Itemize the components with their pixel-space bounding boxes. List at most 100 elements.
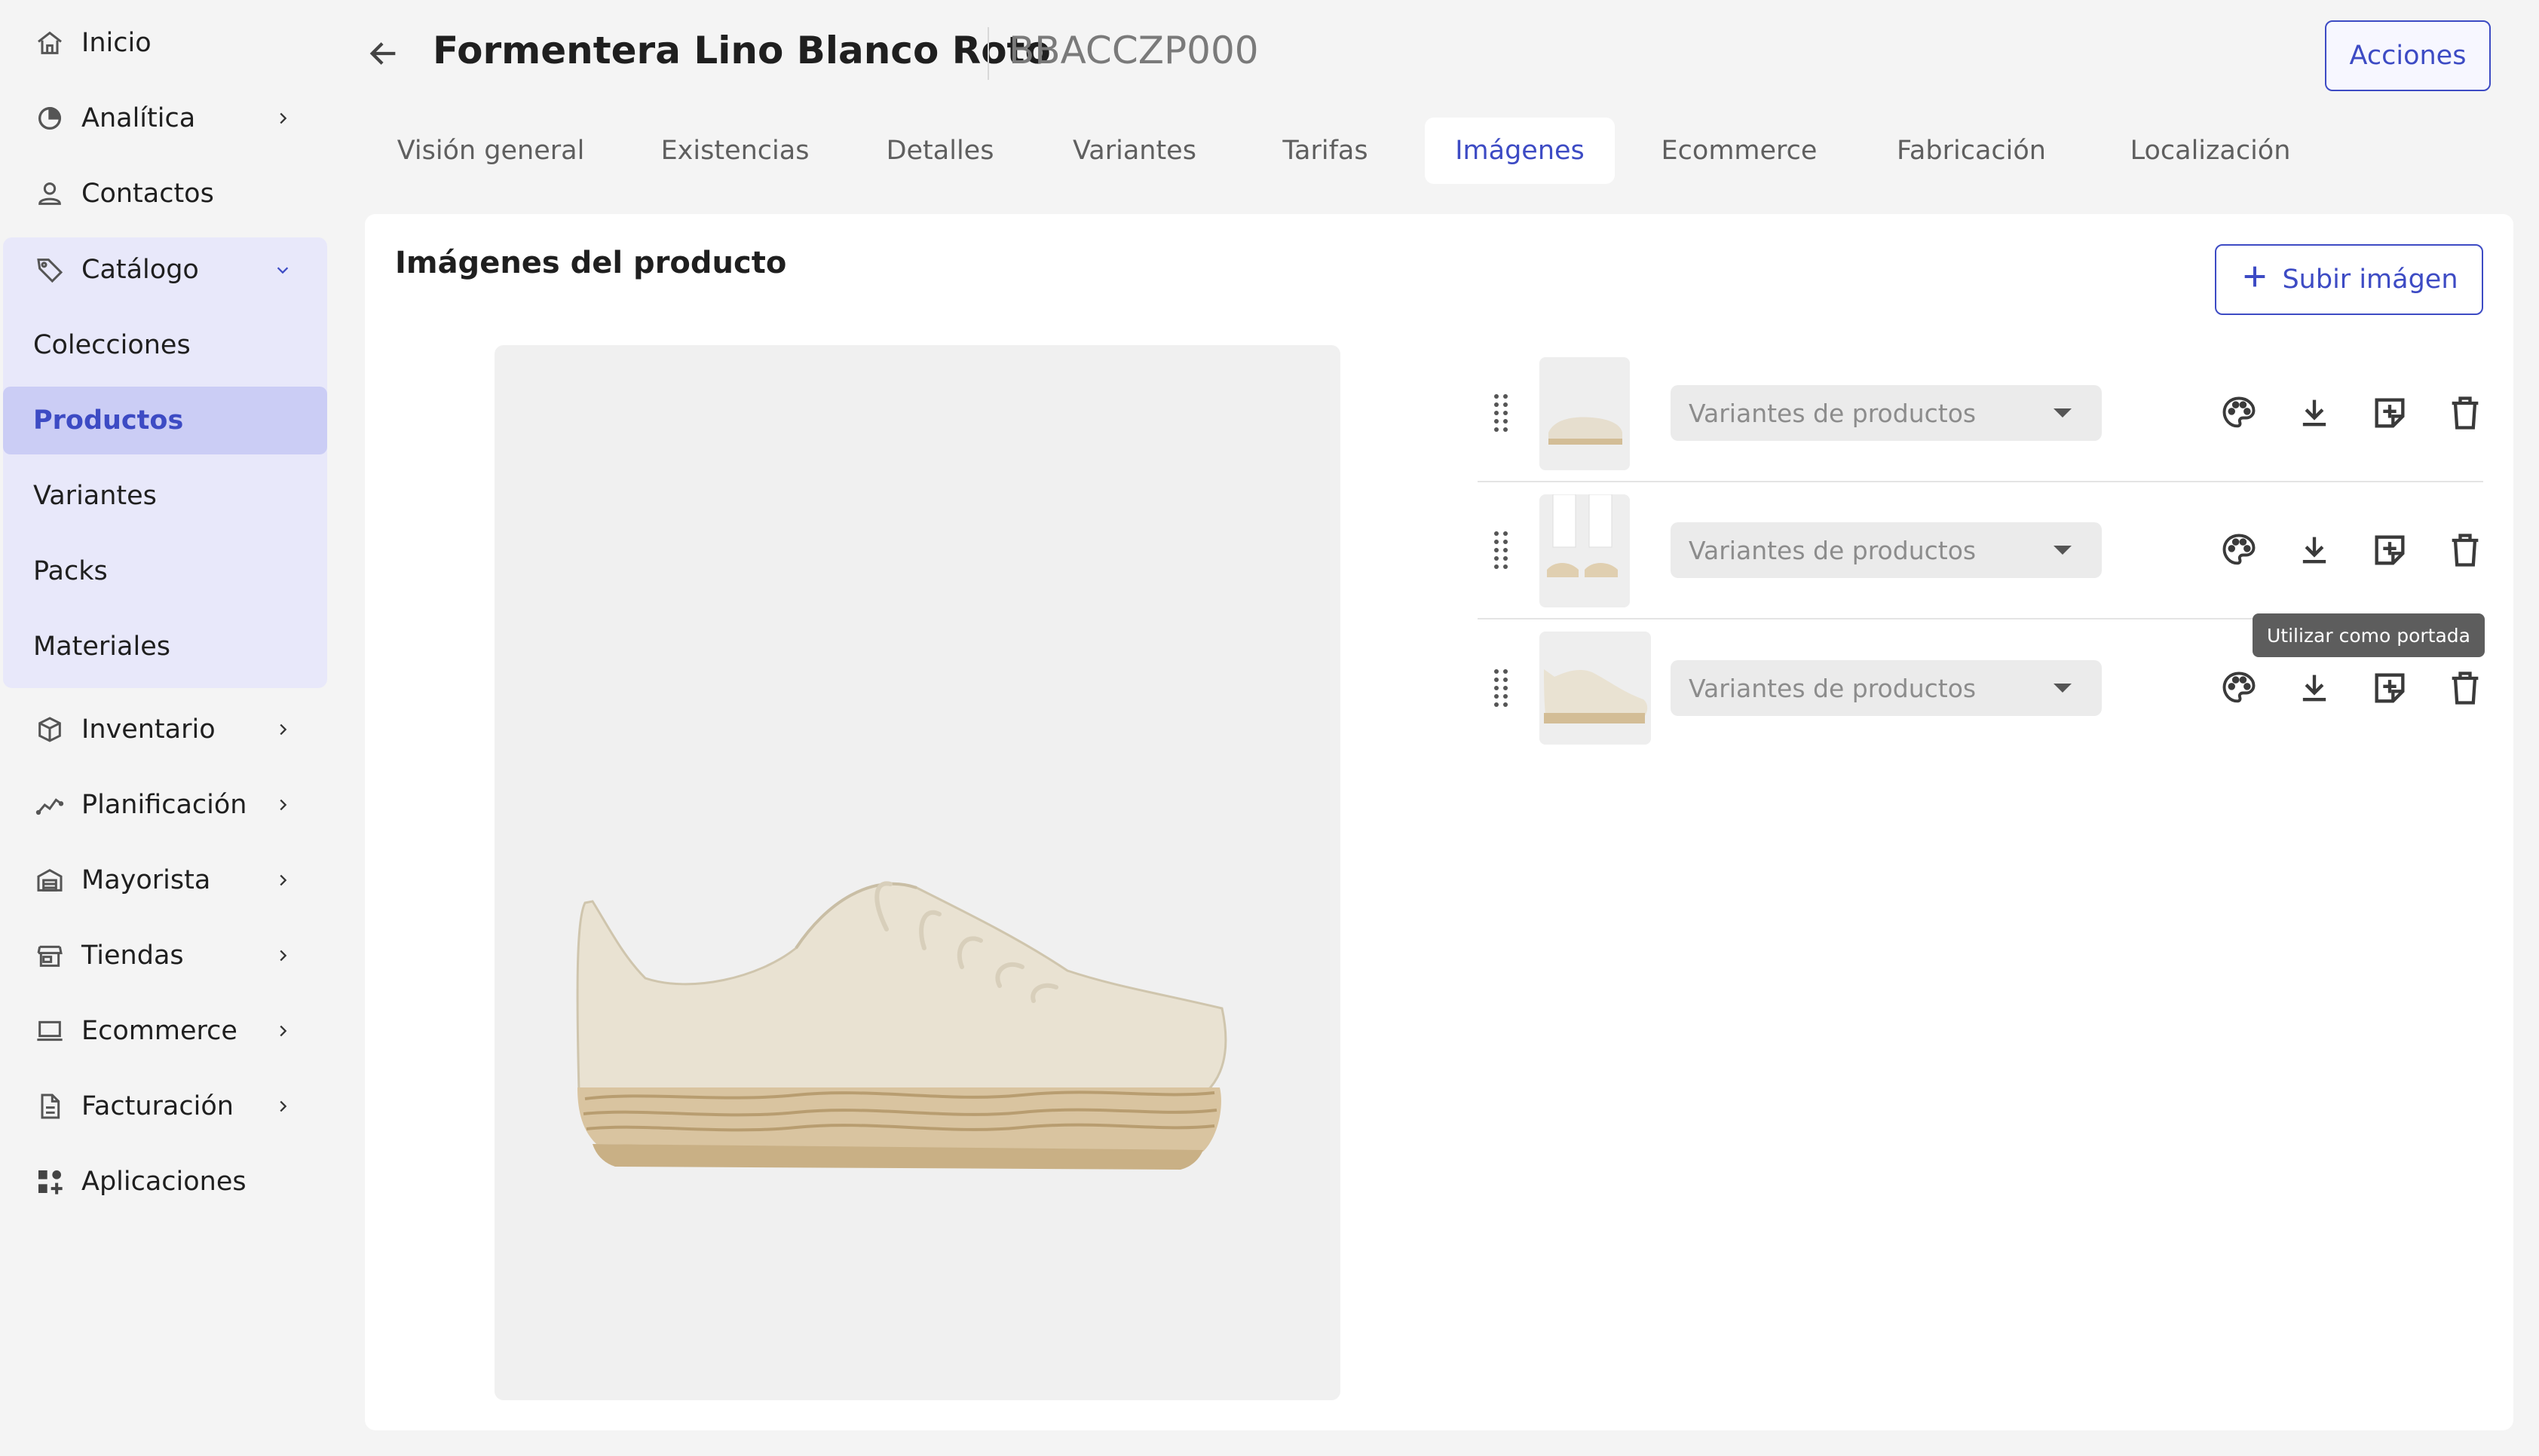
- box-icon: [33, 713, 66, 746]
- laptop-icon: [33, 1014, 66, 1048]
- sidebar-item-label: Ecommerce: [81, 1016, 237, 1046]
- sidebar-item-inventario[interactable]: Inventario: [0, 696, 339, 763]
- download-icon[interactable]: [2292, 390, 2337, 436]
- analytics-icon: [33, 102, 66, 135]
- sidebar-subitem-materiales[interactable]: Materiales: [3, 613, 327, 681]
- espadrille-illustration: [576, 881, 1227, 1170]
- sidebar-subitem-label: Variantes: [33, 481, 157, 511]
- sidebar-item-label: Facturación: [81, 1091, 234, 1121]
- palette-icon[interactable]: [2216, 665, 2262, 711]
- caret-down-icon: [2054, 546, 2072, 555]
- set-cover-icon[interactable]: [2367, 390, 2412, 436]
- sidebar-subitem-packs[interactable]: Packs: [3, 537, 327, 605]
- chevron-right-icon: [271, 718, 294, 741]
- tab-fabricacion[interactable]: Fabricación: [1885, 118, 2058, 184]
- sidebar-subitem-label: Packs: [33, 556, 108, 586]
- cover-tooltip: Utilizar como portada: [2253, 613, 2485, 657]
- set-cover-icon[interactable]: [2367, 665, 2412, 711]
- variant-select-placeholder: Variantes de productos: [1689, 673, 1977, 703]
- image-thumbnail[interactable]: [1539, 632, 1651, 745]
- home-icon: [33, 26, 66, 60]
- trash-icon[interactable]: [2443, 665, 2488, 711]
- tab-existencias[interactable]: Existencias: [648, 118, 822, 184]
- image-row: Variantes de productos: [1478, 482, 2483, 619]
- image-row: Variantes de productos: [1478, 345, 2483, 482]
- trend-icon: [33, 788, 66, 821]
- variant-select-placeholder: Variantes de productos: [1689, 535, 1977, 565]
- sidebar-item-ecommerce[interactable]: Ecommerce: [0, 997, 339, 1065]
- sidebar-item-tiendas[interactable]: Tiendas: [0, 922, 339, 990]
- download-icon[interactable]: [2292, 665, 2337, 711]
- plus-icon: [2240, 262, 2270, 298]
- palette-icon[interactable]: [2216, 390, 2262, 436]
- tab-vision-general[interactable]: Visión general: [381, 118, 600, 184]
- tab-imagenes[interactable]: Imágenes: [1425, 118, 1615, 184]
- sidebar-item-contactos[interactable]: Contactos: [0, 160, 339, 228]
- sidebar-subitem-label: Materiales: [33, 632, 170, 662]
- sidebar-item-mayorista[interactable]: Mayorista: [0, 846, 339, 914]
- variant-select[interactable]: Variantes de productos: [1671, 660, 2102, 716]
- product-code: BBACCZP000: [1009, 29, 1259, 72]
- sidebar-subitem-colecciones[interactable]: Colecciones: [3, 311, 327, 379]
- sidebar-item-aplicaciones[interactable]: Aplicaciones: [0, 1148, 339, 1216]
- apps-icon: [33, 1165, 66, 1198]
- tab-tarifas[interactable]: Tarifas: [1271, 118, 1380, 184]
- sidebar-item-label: Mayorista: [81, 865, 211, 895]
- page-title: Formentera Lino Blanco Roto: [433, 29, 1051, 72]
- variant-select[interactable]: Variantes de productos: [1671, 385, 2102, 441]
- variant-select[interactable]: Variantes de productos: [1671, 522, 2102, 578]
- variant-select-placeholder: Variantes de productos: [1689, 398, 1977, 428]
- sidebar-item-inicio[interactable]: Inicio: [0, 9, 339, 77]
- warehouse-icon: [33, 864, 66, 897]
- chevron-right-icon: [271, 944, 294, 967]
- store-icon: [33, 939, 66, 972]
- drag-handle-icon[interactable]: [1490, 529, 1512, 571]
- sidebar-item-analitica[interactable]: Analítica: [0, 84, 339, 152]
- tab-localizacion[interactable]: Localización: [2118, 118, 2302, 184]
- sidebar-subitem-productos[interactable]: Productos: [3, 387, 327, 454]
- back-button[interactable]: [365, 36, 403, 74]
- upload-image-button[interactable]: Subir imágen: [2215, 244, 2483, 315]
- drag-handle-icon[interactable]: [1490, 392, 1512, 434]
- palette-icon[interactable]: [2216, 528, 2262, 573]
- person-icon: [33, 177, 66, 210]
- sidebar-subitem-variantes[interactable]: Variantes: [3, 462, 327, 530]
- sidebar-item-label: Catálogo: [81, 255, 199, 285]
- sidebar: Inicio Analítica Contactos Catálogo Cole…: [0, 0, 339, 1456]
- sidebar-subitem-label: Productos: [33, 405, 184, 436]
- sidebar-item-label: Inventario: [81, 714, 216, 745]
- trash-icon[interactable]: [2443, 528, 2488, 573]
- image-thumbnail[interactable]: [1539, 357, 1630, 470]
- tab-ecommerce[interactable]: Ecommerce: [1651, 118, 1827, 184]
- upload-button-label: Subir imágen: [2282, 265, 2458, 295]
- drag-handle-icon[interactable]: [1490, 667, 1512, 709]
- set-cover-icon[interactable]: [2367, 528, 2412, 573]
- sidebar-item-label: Aplicaciones: [81, 1167, 247, 1197]
- chevron-right-icon: [271, 1095, 294, 1118]
- sidebar-item-catalogo[interactable]: Catálogo: [0, 236, 339, 304]
- sidebar-item-label: Tiendas: [81, 941, 184, 971]
- caret-down-icon: [2054, 408, 2072, 418]
- chevron-right-icon: [271, 1020, 294, 1042]
- tab-detalles[interactable]: Detalles: [876, 118, 1004, 184]
- invoice-icon: [33, 1090, 66, 1123]
- section-title: Imágenes del producto: [395, 246, 787, 280]
- chevron-right-icon: [271, 794, 294, 816]
- arrow-left-icon: [366, 36, 401, 74]
- sidebar-item-label: Contactos: [81, 179, 214, 209]
- header-divider: [988, 27, 989, 80]
- sidebar-item-facturacion[interactable]: Facturación: [0, 1072, 339, 1140]
- tab-variantes[interactable]: Variantes: [1063, 118, 1206, 184]
- chevron-down-icon: [271, 258, 294, 281]
- sidebar-subitem-label: Colecciones: [33, 330, 191, 360]
- sidebar-item-planificacion[interactable]: Planificación: [0, 771, 339, 839]
- acciones-button[interactable]: Acciones: [2325, 20, 2491, 91]
- trash-icon[interactable]: [2443, 390, 2488, 436]
- chevron-right-icon: [271, 869, 294, 892]
- sidebar-item-label: Inicio: [81, 28, 152, 58]
- tag-icon: [33, 253, 66, 286]
- download-icon[interactable]: [2292, 528, 2337, 573]
- sidebar-item-label: Planificación: [81, 790, 247, 820]
- image-thumbnail[interactable]: [1539, 494, 1630, 607]
- caret-down-icon: [2054, 684, 2072, 693]
